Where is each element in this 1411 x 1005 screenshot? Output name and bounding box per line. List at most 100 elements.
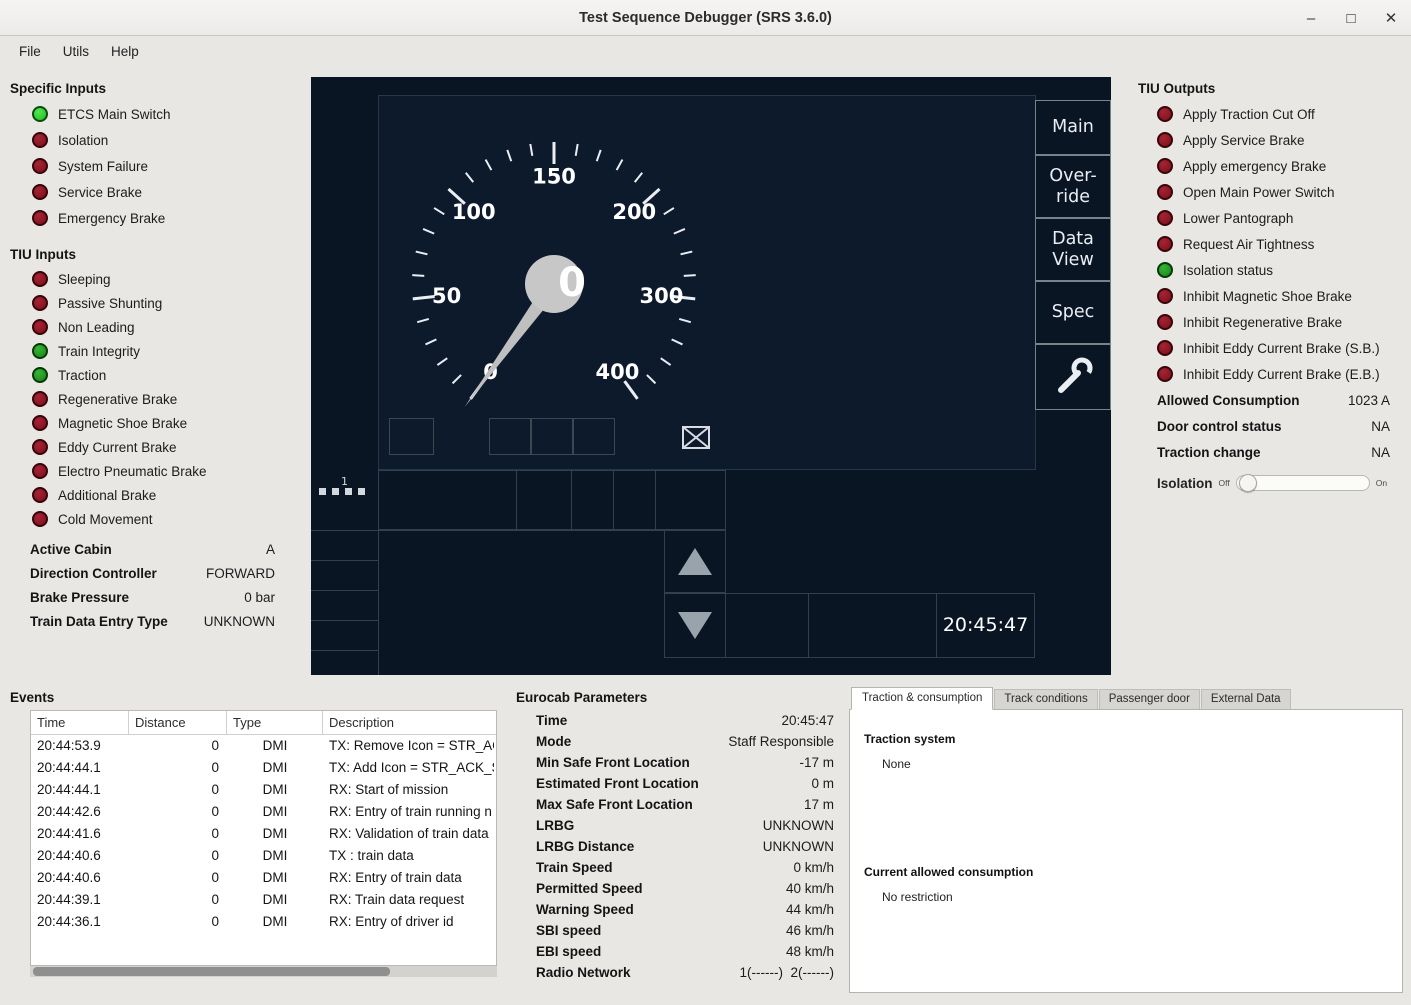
event-row[interactable]: 20:44:53.90DMITX: Remove Icon = STR_AC xyxy=(31,735,496,757)
field-label: Max Safe Front Location xyxy=(536,797,693,812)
field-value: 0 km/h xyxy=(793,860,834,875)
tab-traction-consumption[interactable]: Traction & consumption xyxy=(851,687,993,710)
traction-system-heading: Traction system xyxy=(864,732,955,746)
input-row[interactable]: Cold Movement xyxy=(10,507,310,531)
event-description: TX: Add Icon = STR_ACK_S xyxy=(323,757,494,779)
dmi-main-button[interactable]: Main xyxy=(1035,100,1111,155)
dmi-data-view-button[interactable]: Data View xyxy=(1035,218,1111,281)
field-value: 1023 A xyxy=(1348,393,1390,408)
event-distance: 0 xyxy=(129,845,227,867)
isolation-slider-knob[interactable] xyxy=(1239,474,1257,492)
output-label: Inhibit Regenerative Brake xyxy=(1183,315,1342,330)
output-label: Apply emergency Brake xyxy=(1183,159,1326,174)
input-row[interactable]: Service Brake xyxy=(10,179,310,205)
event-row[interactable]: 20:44:39.10DMIRX: Train data request xyxy=(31,889,496,911)
input-row[interactable]: Traction xyxy=(10,363,310,387)
led-indicator[interactable] xyxy=(32,295,48,311)
input-row[interactable]: Emergency Brake xyxy=(10,205,310,231)
svg-text:100: 100 xyxy=(452,200,496,224)
led-indicator xyxy=(1157,210,1173,226)
event-row[interactable]: 20:44:44.10DMIRX: Start of mission xyxy=(31,779,496,801)
led-indicator[interactable] xyxy=(32,319,48,335)
input-row[interactable]: Eddy Current Brake xyxy=(10,435,310,459)
scroll-up-button[interactable] xyxy=(664,530,726,593)
event-row[interactable]: 20:44:44.10DMITX: Add Icon = STR_ACK_S xyxy=(31,757,496,779)
led-indicator[interactable] xyxy=(32,367,48,383)
output-field: Door control statusNA xyxy=(1138,413,1390,439)
event-type: DMI xyxy=(227,779,323,801)
led-indicator[interactable] xyxy=(32,210,48,226)
close-button[interactable]: ✕ xyxy=(1381,9,1401,27)
dmi-grid-line xyxy=(378,530,379,675)
event-row[interactable]: 20:44:40.60DMIRX: Entry of train data xyxy=(31,867,496,889)
tab-track-conditions[interactable]: Track conditions xyxy=(994,689,1097,709)
down-arrow-icon xyxy=(678,612,712,639)
specific-inputs-title: Specific Inputs xyxy=(10,81,310,96)
input-row[interactable]: Non Leading xyxy=(10,315,310,339)
led-indicator[interactable] xyxy=(32,184,48,200)
input-row[interactable]: Sleeping xyxy=(10,267,310,291)
led-indicator[interactable] xyxy=(32,511,48,527)
led-indicator xyxy=(1157,340,1173,356)
allowed-consumption-value: No restriction xyxy=(882,890,953,904)
output-label: Request Air Tightness xyxy=(1183,237,1314,252)
minimize-button[interactable]: – xyxy=(1301,10,1321,27)
scroll-down-button[interactable] xyxy=(664,593,726,658)
led-indicator[interactable] xyxy=(32,158,48,174)
horizontal-scrollbar[interactable] xyxy=(30,966,497,977)
input-row[interactable]: Magnetic Shoe Brake xyxy=(10,411,310,435)
led-indicator[interactable] xyxy=(32,463,48,479)
menu-help[interactable]: Help xyxy=(100,40,150,63)
led-indicator[interactable] xyxy=(32,415,48,431)
event-row[interactable]: 20:44:41.60DMIRX: Validation of train da… xyxy=(31,823,496,845)
output-row: Inhibit Eddy Current Brake (S.B.) xyxy=(1138,335,1390,361)
event-row[interactable]: 20:44:36.10DMIRX: Entry of driver id xyxy=(31,911,496,933)
input-label: Sleeping xyxy=(58,272,111,287)
tab-content: Traction system None Current allowed con… xyxy=(849,709,1403,993)
led-indicator[interactable] xyxy=(32,132,48,148)
event-row[interactable]: 20:44:40.60DMITX : train data xyxy=(31,845,496,867)
input-row[interactable]: System Failure xyxy=(10,153,310,179)
event-row[interactable]: 20:44:42.60DMIRX: Entry of train running… xyxy=(31,801,496,823)
field-value: NA xyxy=(1371,419,1390,434)
scrollbar-thumb[interactable] xyxy=(33,967,390,976)
event-description: RX: Entry of driver id xyxy=(323,911,494,933)
dmi-subarea-box xyxy=(531,418,573,455)
field-value: 48 km/h xyxy=(786,944,834,959)
menu-file[interactable]: File xyxy=(8,40,52,63)
event-type: DMI xyxy=(227,845,323,867)
led-indicator[interactable] xyxy=(32,391,48,407)
event-type: DMI xyxy=(227,911,323,933)
dmi-settings-button[interactable] xyxy=(1035,344,1111,410)
led-indicator[interactable] xyxy=(32,439,48,455)
led-indicator[interactable] xyxy=(32,106,48,122)
led-indicator[interactable] xyxy=(32,343,48,359)
maximize-button[interactable]: □ xyxy=(1341,10,1361,27)
isolation-slider[interactable] xyxy=(1236,475,1370,491)
field-label: Time xyxy=(536,713,567,728)
led-indicator xyxy=(1157,288,1173,304)
field-label: Radio Network xyxy=(536,965,631,980)
output-row: Apply Service Brake xyxy=(1138,127,1390,153)
tab-passenger-door[interactable]: Passenger door xyxy=(1099,689,1200,709)
column-header: Time xyxy=(31,711,129,734)
dmi-grid-line xyxy=(808,594,809,657)
input-row[interactable]: Additional Brake xyxy=(10,483,310,507)
led-indicator[interactable] xyxy=(32,487,48,503)
tab-external-data[interactable]: External Data xyxy=(1201,689,1291,709)
menu-utils[interactable]: Utils xyxy=(52,40,100,63)
input-row[interactable]: Isolation xyxy=(10,127,310,153)
input-row[interactable]: Train Integrity xyxy=(10,339,310,363)
dmi-spec-button[interactable]: Spec xyxy=(1035,281,1111,344)
dmi-override-button[interactable]: Over-ride xyxy=(1035,155,1111,218)
led-indicator[interactable] xyxy=(32,271,48,287)
input-row[interactable]: Regenerative Brake xyxy=(10,387,310,411)
input-row[interactable]: Passive Shunting xyxy=(10,291,310,315)
field-label: Train Speed xyxy=(536,860,613,875)
eurocab-field: Radio Network1(------) 2(------) xyxy=(516,962,834,983)
field-value: FORWARD xyxy=(206,566,275,581)
event-distance: 0 xyxy=(129,801,227,823)
event-description: RX: Entry of train running n xyxy=(323,801,494,823)
input-row[interactable]: ETCS Main Switch xyxy=(10,101,310,127)
input-row[interactable]: Electro Pneumatic Brake xyxy=(10,459,310,483)
